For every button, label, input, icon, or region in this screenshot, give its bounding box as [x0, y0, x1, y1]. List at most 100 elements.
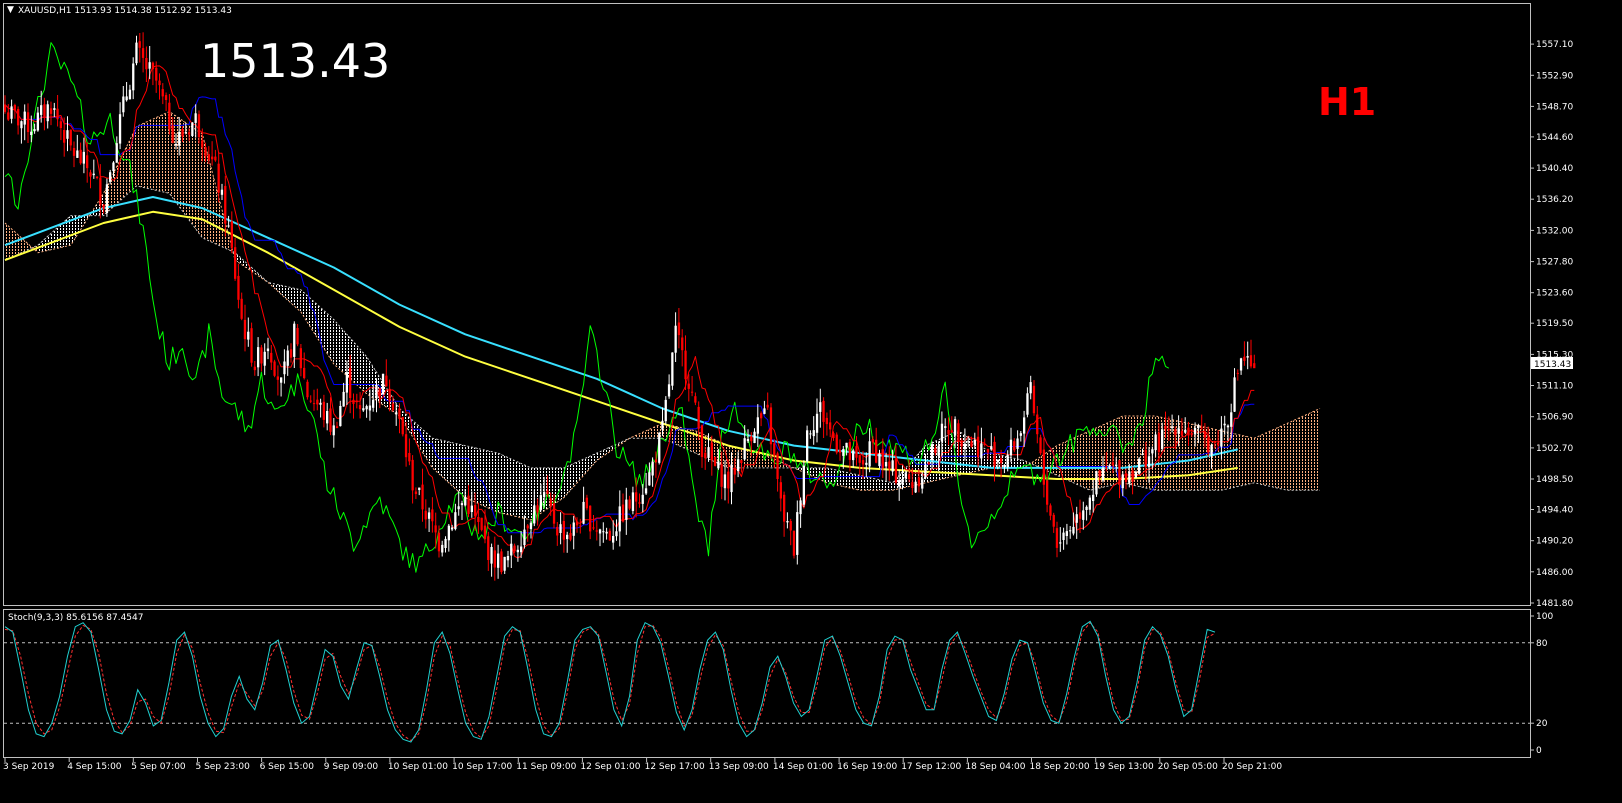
stoch-main-line [4, 620, 1216, 743]
chart-window[interactable]: 1557.10 1552.90 1548.70 1544.60 1540.40 1536.… [0, 0, 1622, 803]
candle-body [796, 512, 799, 555]
time-axis: 3 Sep 2019 4 Sep 15:00 5 Sep 07:00 5 Sep 23… [3, 758, 1282, 772]
candle-body [1036, 414, 1039, 435]
candle-body [211, 156, 214, 160]
candle-body [155, 67, 158, 81]
price-tick-label: 1540.40 [1536, 164, 1573, 174]
candle-body [362, 408, 365, 411]
candle-body [1055, 528, 1059, 548]
candle-body [95, 176, 99, 178]
candle-body [141, 48, 145, 58]
candle-body [342, 391, 345, 407]
candle-body [740, 460, 743, 463]
candle-body [1180, 431, 1184, 436]
candle-body [178, 131, 181, 146]
candle-body [825, 417, 828, 425]
candle-body [464, 496, 467, 506]
candle-body [329, 408, 332, 432]
candle-body [543, 492, 546, 498]
candle-body [763, 408, 766, 414]
candle-body [1167, 428, 1170, 431]
chart-canvas[interactable]: 1557.10 1552.90 1548.70 1544.60 1540.40 1536.… [0, 0, 1622, 803]
candle-body [829, 422, 832, 430]
candle-body [158, 80, 161, 86]
candle-body [779, 482, 782, 499]
candle-body [480, 517, 483, 530]
candle-body [1032, 385, 1036, 414]
candle-body [490, 547, 493, 564]
candle-body [431, 509, 434, 522]
time-tick-label: 20 Sep 21:00 [1222, 762, 1282, 772]
candle-body [648, 472, 651, 486]
price-tick-label: 1523.60 [1536, 289, 1573, 299]
candle-body [450, 527, 454, 530]
candle-body [1075, 514, 1078, 523]
candle-body [750, 436, 753, 442]
candle-body [707, 447, 710, 458]
candle-body [493, 550, 496, 568]
time-tick-label: 16 Sep 19:00 [837, 762, 897, 772]
candle-body [437, 532, 441, 552]
candle-body [1019, 433, 1022, 436]
candle-body [421, 484, 424, 510]
candle-body [852, 450, 855, 461]
candle-body [224, 185, 227, 224]
candle-body [1233, 377, 1236, 412]
candle-body [474, 504, 477, 517]
candle-body [783, 494, 786, 522]
candle-body [398, 408, 401, 419]
candle-body [115, 143, 118, 163]
candle-body [1213, 441, 1216, 443]
cloud-segment [859, 475, 893, 491]
candle-body [13, 105, 16, 111]
candle-body [819, 402, 822, 412]
candle-body [1220, 428, 1223, 447]
price-tick-label: 1498.50 [1536, 475, 1573, 485]
candle-body [562, 521, 565, 540]
price-tick-label: 1557.10 [1536, 40, 1573, 50]
candle-body [500, 551, 503, 573]
ma-fast-line [4, 196, 1239, 469]
candle-body [1216, 443, 1220, 446]
stoch-header: Stoch(9,3,3) 85.6156 87.4547 [8, 613, 143, 623]
candle-body [145, 58, 148, 70]
candle-body [122, 96, 125, 113]
candle-body [743, 438, 746, 460]
candle-body [1184, 429, 1187, 433]
candle-body [552, 503, 556, 524]
candle-body [1105, 466, 1108, 469]
candle-body [937, 445, 940, 456]
candle-body [1147, 456, 1151, 468]
candle-body [516, 549, 519, 553]
candle-body [559, 524, 562, 533]
cloud-segment [432, 438, 466, 498]
candle-body [845, 442, 848, 448]
candle-body [1187, 427, 1190, 436]
candle-body [806, 430, 809, 462]
candle-body [194, 113, 197, 123]
price-tick-label: 1544.60 [1536, 133, 1573, 143]
price-tick-label: 1511.10 [1536, 382, 1573, 392]
candle-body [996, 459, 999, 463]
candle-body [506, 556, 510, 561]
candle-body [1118, 460, 1121, 485]
candle-body [1069, 530, 1072, 532]
time-tick-label: 10 Sep 17:00 [452, 762, 512, 772]
candle-body [1072, 526, 1075, 534]
candle-body [835, 434, 838, 453]
header-triangle-icon[interactable]: ▼ [7, 5, 14, 15]
candle-body [365, 406, 368, 410]
candle-body [878, 453, 881, 467]
candle-body [950, 430, 953, 433]
candle-body [326, 411, 329, 424]
candle-body [664, 399, 667, 422]
candle-body [89, 172, 92, 177]
time-tick-label: 18 Sep 20:00 [1030, 762, 1090, 772]
candle-body [319, 402, 322, 405]
candle-body [43, 104, 46, 118]
candle-body [36, 112, 39, 131]
price-tick-label: 1506.90 [1536, 413, 1573, 423]
candle-body [151, 62, 155, 70]
candle-body [963, 443, 967, 450]
candle-body [569, 533, 572, 540]
